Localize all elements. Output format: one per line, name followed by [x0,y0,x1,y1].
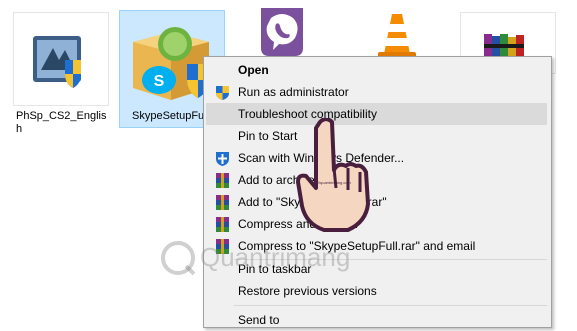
menu-item-label: Pin to Start [238,129,298,143]
svg-text:S: S [154,73,165,90]
watermark-text: Quantrimang [200,242,351,272]
viber-icon [261,8,303,56]
watermark: Quantrimang [158,238,370,280]
menu-item-restore-previous-versions[interactable]: Restore previous versions [206,280,547,302]
menu-item-label: Send to [238,313,280,327]
vlc-cone-icon [378,14,416,58]
winrar-books-icon [484,34,524,58]
watermark-logo-icon [161,241,196,276]
menu-item-send-to[interactable]: Send to [206,309,547,331]
desktop-file-vlc[interactable] [374,0,424,60]
desktop-file-phsp[interactable]: PhSp_CS2_English [0,0,120,150]
file-label: PhSp_CS2_English [16,110,107,135]
menu-item-open[interactable]: Open [206,59,547,81]
winrar-icon [216,195,229,210]
installer-shield-icon [33,36,81,88]
desktop-file-winrar[interactable] [460,0,560,74]
winrar-icon [216,173,229,188]
uac-shield-icon [216,86,229,100]
hand-caption: http://quantrimang.com [310,180,352,185]
desktop-file-viber[interactable] [255,0,315,60]
menu-item-label: Open [238,63,269,77]
menu-item-label: Run as administrator [238,85,349,99]
menu-separator [234,305,547,306]
menu-item-label: Restore previous versions [238,284,377,298]
pointing-hand-icon: http://quantrimang.com [296,118,370,232]
windows-defender-icon [216,152,229,166]
menu-item-run-as-administrator[interactable]: Run as administrator [206,81,547,103]
winrar-icon [216,217,229,232]
